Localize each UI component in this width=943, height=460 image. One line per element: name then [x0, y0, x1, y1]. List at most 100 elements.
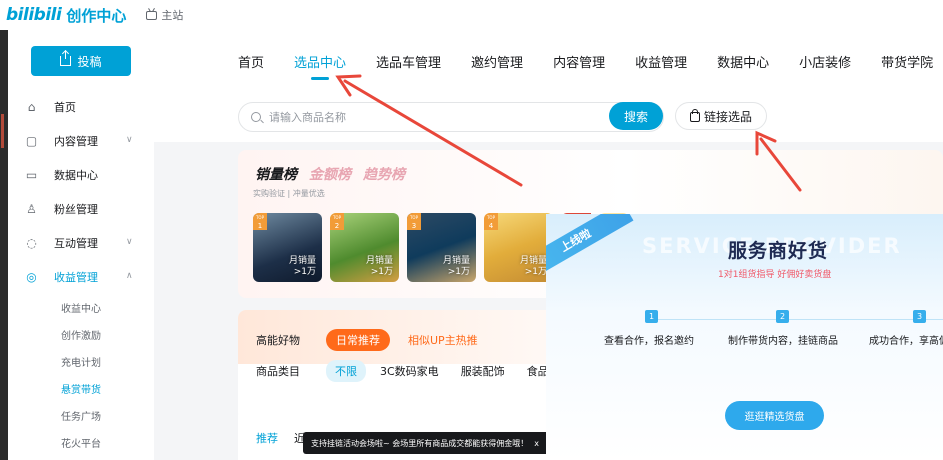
top-tabs: 首页 选品中心 选品车管理 邀约管理 内容管理 收益管理 数据中心 小店装修 带…	[154, 30, 943, 92]
sales-label: 月销量 >1万	[288, 256, 316, 277]
product-card[interactable]: TOP 3 月销量 >1万	[407, 213, 476, 282]
ranking-tabs: 销量榜 金额榜 趋势榜	[255, 164, 405, 184]
bilibili-logo[interactable]: bilibili 创作中心	[6, 5, 126, 26]
sidebar-item-content[interactable]: ▢ 内容管理 ∨	[8, 124, 154, 158]
tab-home[interactable]: 首页	[238, 52, 264, 71]
tab-invite-manage[interactable]: 邀约管理	[471, 52, 523, 71]
rank-badge: TOP 3	[407, 213, 421, 230]
product-card[interactable]: TOP 2 月销量 >1万	[330, 213, 399, 282]
steps-line	[652, 319, 943, 320]
step-text: 查看合作，报名邀约	[604, 336, 694, 347]
data-icon: ▭	[25, 167, 38, 182]
sidebar: 投稿 ⌂ 首页 ▢ 内容管理 ∨ ▭ 数据中心 ♙ 粉丝管理 ◌ 互动管理 ∨ …	[8, 30, 154, 460]
rank-tab-amount[interactable]: 金额榜	[309, 164, 351, 184]
service-provider-promo: SERVICE PROVIDER 上线啦 服务商好货 1对1组货指导 好佣好卖货…	[546, 214, 943, 460]
sidebar-item-revenue[interactable]: ◎ 收益管理 ∧	[8, 260, 154, 294]
list-tab-recommend[interactable]: 推荐	[256, 430, 278, 446]
daily-recommend-pill[interactable]: 日常推荐	[326, 329, 390, 351]
filter-option-apparel[interactable]: 服装配饰	[461, 363, 505, 379]
search-button[interactable]: 搜索	[609, 102, 663, 130]
tab-content-manage[interactable]: 内容管理	[553, 52, 605, 71]
link-select-button[interactable]: 链接选品	[675, 102, 767, 130]
link-select-label: 链接选品	[703, 109, 752, 124]
interact-icon: ◌	[26, 235, 37, 250]
tab-cart-manage[interactable]: 选品车管理	[376, 52, 441, 71]
tooltip-text: 支持挂链活动会场啦~ 会场里所有商品成交都能获得佣金哦！	[311, 438, 529, 448]
step-text: 成功合作，享高佣	[869, 336, 943, 347]
sidebar-subitem-incentive[interactable]: 创作激励	[8, 321, 154, 348]
chevron-down-icon: ∨	[126, 237, 133, 247]
top-header: bilibili 创作中心 主站	[0, 0, 943, 30]
sidebar-nav: ⌂ 首页 ▢ 内容管理 ∨ ▭ 数据中心 ♙ 粉丝管理 ◌ 互动管理 ∨ ◎ 收…	[8, 90, 154, 456]
step-text: 制作带货内容，挂链商品	[728, 336, 838, 347]
filter-option-all[interactable]: 不限	[326, 360, 366, 382]
search-row	[154, 92, 943, 142]
content-icon: ▢	[25, 133, 38, 148]
rank-tab-trend[interactable]: 趋势榜	[363, 164, 405, 184]
search-input[interactable]	[269, 109, 599, 125]
product-card[interactable]: TOP 1 月销量 >1万	[253, 213, 322, 282]
sidebar-item-interact[interactable]: ◌ 互动管理 ∨	[8, 226, 154, 260]
search-box[interactable]	[238, 102, 664, 132]
upload-button[interactable]: 投稿	[31, 46, 131, 76]
close-icon[interactable]: x	[534, 439, 539, 448]
ranking-subtitle: 实购验证 | 冲量优选	[253, 189, 325, 198]
category-head-label: 高能好物	[256, 334, 300, 347]
similar-up-pill[interactable]: 相似UP主热推	[408, 332, 478, 348]
activity-tooltip: 支持挂链活动会场啦~ 会场里所有商品成交都能获得佣金哦！ x	[303, 432, 571, 454]
tab-shop-decor[interactable]: 小店装修	[799, 52, 851, 71]
promo-title: 服务商好货	[728, 240, 829, 262]
shopping-bag-icon	[689, 109, 700, 122]
promo-subtitle: 1对1组货指导 好佣好卖货盘	[718, 270, 832, 280]
sidebar-item-label: 互动管理	[54, 237, 98, 250]
filter-option-digital[interactable]: 3C数码家电	[380, 363, 439, 379]
rank-badge: TOP 1	[253, 213, 267, 230]
product-card[interactable]: TOP 4 月销量 >1万	[484, 213, 553, 282]
category-head: 高能好物 日常推荐 相似UP主热推	[256, 329, 478, 351]
upload-icon	[60, 51, 72, 66]
sidebar-subitem-charging[interactable]: 充电计划	[8, 348, 154, 375]
step-number: 3	[913, 310, 926, 323]
home-site-link[interactable]: 主站	[146, 7, 183, 23]
tab-product-center[interactable]: 选品中心	[294, 52, 346, 80]
upload-label: 投稿	[77, 54, 102, 69]
step-number: 1	[645, 310, 658, 323]
fans-icon: ♙	[26, 201, 37, 216]
logo-mark: bilibili	[6, 5, 62, 25]
rank-tab-sales[interactable]: 销量榜	[255, 164, 297, 184]
sales-label: 月销量 >1万	[365, 256, 393, 277]
category-filter-row: 商品类目 不限 3C数码家电 服装配饰 食品	[256, 360, 571, 382]
sidebar-item-label: 内容管理	[54, 135, 98, 148]
rank-badge: TOP 2	[330, 213, 344, 230]
chevron-up-icon: ∧	[126, 271, 133, 281]
chevron-down-icon: ∨	[126, 135, 133, 145]
sidebar-item-label: 收益管理	[54, 271, 98, 284]
sidebar-item-fans[interactable]: ♙ 粉丝管理	[8, 192, 154, 226]
sales-label: 月销量 >1万	[442, 256, 470, 277]
sidebar-item-data[interactable]: ▭ 数据中心	[8, 158, 154, 192]
tab-data-center[interactable]: 数据中心	[717, 52, 769, 71]
logo-text: 创作中心	[66, 6, 127, 25]
search-icon	[251, 112, 261, 122]
browse-picks-button[interactable]: 逛逛精选货盘	[725, 401, 824, 430]
sidebar-subitem-task-square[interactable]: 任务广场	[8, 402, 154, 429]
filter-label: 商品类目	[256, 365, 300, 378]
promo-ribbon: 上线啦	[546, 214, 634, 281]
sidebar-item-label: 粉丝管理	[54, 203, 98, 216]
revenue-icon: ◎	[26, 269, 37, 284]
sidebar-subitem-revenue-center[interactable]: 收益中心	[8, 294, 154, 321]
sidebar-subitem-spark-platform[interactable]: 花火平台	[8, 429, 154, 456]
window-edge	[0, 30, 8, 460]
step-number: 2	[776, 310, 789, 323]
tv-icon	[146, 10, 158, 20]
sidebar-item-label: 数据中心	[54, 169, 98, 182]
sales-label: 月销量 >1万	[519, 256, 547, 277]
tab-sales-academy[interactable]: 带货学院	[881, 52, 933, 71]
home-icon: ⌂	[27, 99, 36, 114]
rank-badge: TOP 4	[484, 213, 498, 230]
sidebar-subitem-bounty-sales[interactable]: 悬赏带货	[8, 375, 154, 402]
home-site-label: 主站	[161, 9, 184, 22]
sidebar-item-label: 首页	[54, 101, 76, 114]
sidebar-item-home[interactable]: ⌂ 首页	[8, 90, 154, 124]
tab-revenue-manage[interactable]: 收益管理	[635, 52, 687, 71]
